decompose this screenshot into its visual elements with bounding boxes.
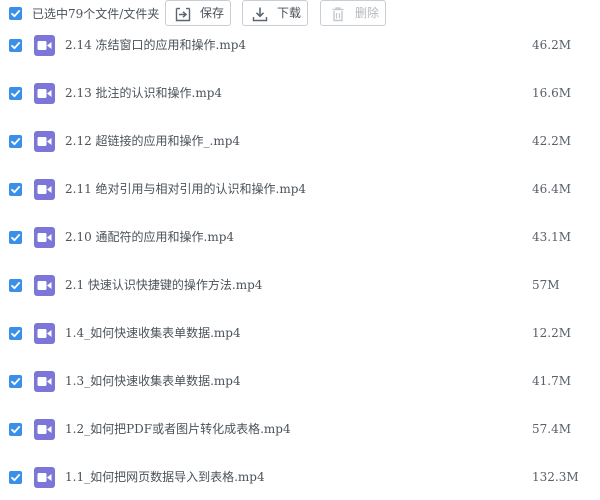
file-name[interactable]: 1.2_如何把PDF或者图片转化成表格.mp4	[65, 421, 291, 437]
checkmark-icon	[11, 234, 21, 242]
file-checkbox[interactable]	[9, 87, 22, 100]
video-file-icon	[34, 227, 55, 248]
file-name[interactable]: 2.14 冻结窗口的应用和操作.mp4	[65, 37, 246, 53]
file-name[interactable]: 2.11 绝对引用与相对引用的认识和操作.mp4	[65, 181, 306, 197]
checkmark-icon	[11, 42, 21, 50]
file-row[interactable]: 2.11 绝对引用与相对引用的认识和操作.mp4 46.4M	[0, 172, 600, 212]
file-size: 46.4M	[532, 182, 572, 196]
file-row[interactable]: 2.12 超链接的应用和操作_.mp4 42.2M	[0, 124, 600, 164]
checkmark-icon	[11, 330, 21, 338]
file-row[interactable]: 1.3_如何快速收集表单数据.mp4 41.7M	[0, 364, 600, 404]
file-row[interactable]: 2.1 快速认识快捷键的操作方法.mp4 57M	[0, 268, 600, 308]
delete-label: 删除	[355, 6, 380, 20]
save-button[interactable]: 保存	[165, 0, 231, 26]
save-label: 保存	[200, 6, 225, 20]
file-row[interactable]: 2.13 批注的认识和操作.mp4 16.6M	[0, 76, 600, 116]
file-row[interactable]: 1.2_如何把PDF或者图片转化成表格.mp4 57.4M	[0, 412, 600, 452]
file-name[interactable]: 1.1_如何把网页数据导入到表格.mp4	[65, 469, 265, 485]
file-name[interactable]: 2.10 通配符的应用和操作.mp4	[65, 229, 234, 245]
file-size: 12.2M	[532, 326, 572, 340]
toolbar: 已选中79个文件/文件夹 保存 下载 删除	[0, 0, 600, 28]
file-size: 42.2M	[532, 134, 572, 148]
select-all-checkbox[interactable]	[9, 7, 22, 20]
trash-icon	[332, 7, 344, 22]
checkmark-icon	[11, 426, 21, 434]
file-name[interactable]: 2.1 快速认识快捷键的操作方法.mp4	[65, 277, 262, 293]
video-file-icon	[34, 371, 55, 392]
file-name[interactable]: 2.12 超链接的应用和操作_.mp4	[65, 133, 240, 149]
file-name[interactable]: 1.3_如何快速收集表单数据.mp4	[65, 373, 241, 389]
file-checkbox[interactable]	[9, 327, 22, 340]
checkmark-icon	[11, 378, 21, 386]
download-icon	[252, 7, 268, 22]
checkmark-icon	[11, 10, 21, 18]
video-file-icon	[34, 275, 55, 296]
file-size: 132.3M	[532, 470, 579, 484]
checkmark-icon	[11, 138, 21, 146]
checkmark-icon	[11, 186, 21, 194]
file-checkbox[interactable]	[9, 231, 22, 244]
checkmark-icon	[11, 474, 21, 482]
file-row[interactable]: 1.4_如何快速收集表单数据.mp4 12.2M	[0, 316, 600, 356]
video-file-icon	[34, 323, 55, 344]
file-name[interactable]: 2.13 批注的认识和操作.mp4	[65, 85, 222, 101]
file-checkbox[interactable]	[9, 423, 22, 436]
video-file-icon	[34, 419, 55, 440]
video-file-icon	[34, 83, 55, 104]
file-name[interactable]: 1.4_如何快速收集表单数据.mp4	[65, 325, 241, 341]
file-checkbox[interactable]	[9, 183, 22, 196]
selected-count-text: 已选中79个文件/文件夹	[32, 7, 160, 21]
file-checkbox[interactable]	[9, 135, 22, 148]
file-row[interactable]: 1.1_如何把网页数据导入到表格.mp4 132.3M	[0, 460, 600, 500]
video-file-icon	[34, 179, 55, 200]
file-size: 43.1M	[532, 230, 572, 244]
file-size: 57M	[532, 278, 560, 292]
file-checkbox[interactable]	[9, 39, 22, 52]
save-icon	[175, 7, 191, 22]
file-size: 41.7M	[532, 374, 572, 388]
file-size: 16.6M	[532, 86, 572, 100]
file-row[interactable]: 2.14 冻结窗口的应用和操作.mp4 46.2M	[0, 28, 600, 68]
video-file-icon	[34, 131, 55, 152]
file-checkbox[interactable]	[9, 375, 22, 388]
file-size: 46.2M	[532, 38, 572, 52]
delete-button[interactable]: 删除	[320, 0, 386, 26]
file-size: 57.4M	[532, 422, 572, 436]
file-checkbox[interactable]	[9, 279, 22, 292]
download-button[interactable]: 下载	[242, 0, 308, 26]
checkmark-icon	[11, 90, 21, 98]
checkmark-icon	[11, 282, 21, 290]
video-file-icon	[34, 35, 55, 56]
video-file-icon	[34, 467, 55, 488]
download-label: 下载	[277, 6, 302, 20]
file-row[interactable]: 2.10 通配符的应用和操作.mp4 43.1M	[0, 220, 600, 260]
file-checkbox[interactable]	[9, 471, 22, 484]
